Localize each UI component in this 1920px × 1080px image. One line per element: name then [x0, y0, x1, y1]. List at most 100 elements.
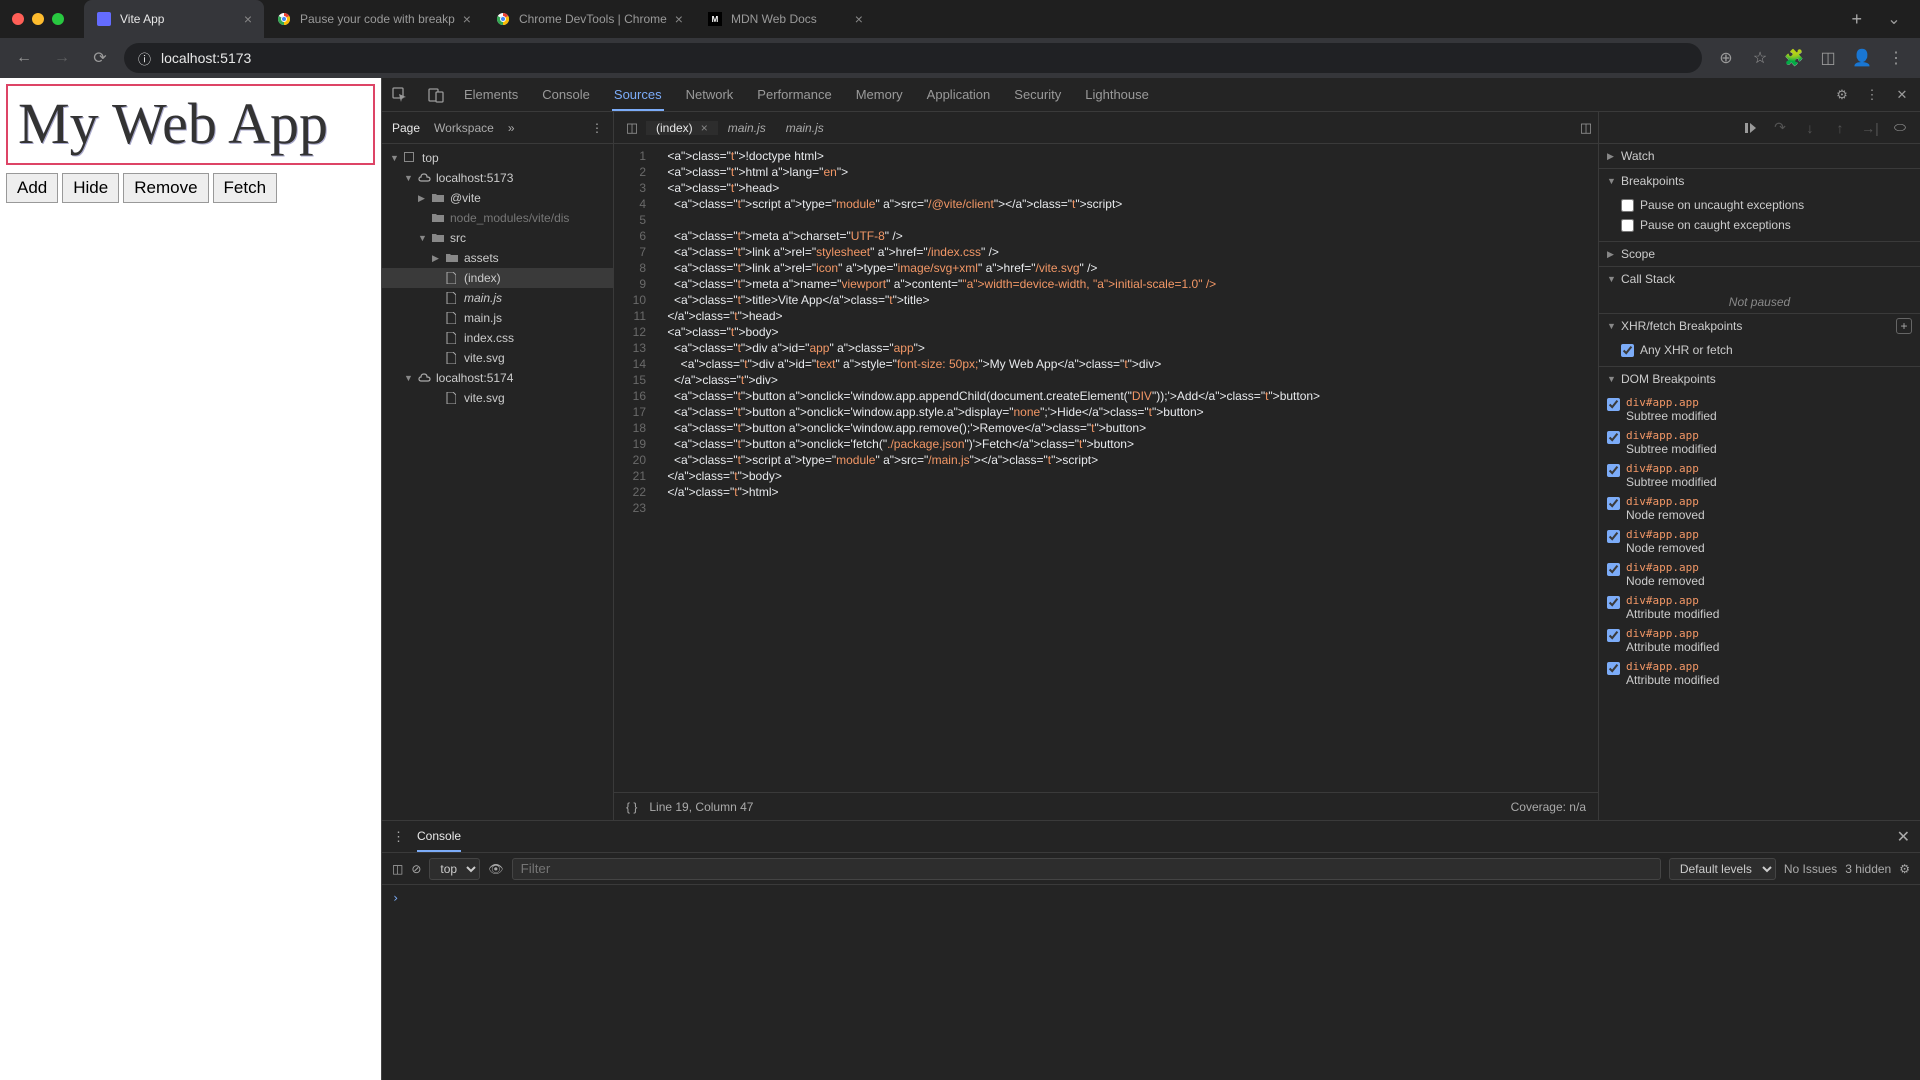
window-dropdown-icon[interactable]: ⌄ [1880, 5, 1908, 33]
console-tab[interactable]: Console [417, 821, 461, 852]
close-tab-icon[interactable]: × [675, 11, 683, 27]
more-tabs-icon[interactable]: » [508, 121, 515, 135]
back-button[interactable]: ← [10, 44, 38, 72]
devtools-close-icon[interactable]: ✕ [1892, 85, 1912, 105]
console-prompt[interactable]: › [382, 885, 1920, 911]
navigator-menu-icon[interactable]: ⋮ [591, 121, 603, 135]
close-tab-icon[interactable]: × [463, 11, 471, 27]
add-button[interactable]: Add [6, 173, 58, 203]
browser-tab[interactable]: Chrome DevTools | Chrome× [483, 0, 695, 38]
inspect-element-icon[interactable] [390, 85, 410, 105]
step-into-icon[interactable]: ↓ [1800, 118, 1820, 138]
browser-tab[interactable]: MMDN Web Docs× [695, 0, 875, 38]
live-expression-icon[interactable]: 👁 [488, 862, 503, 876]
toggle-navigator-icon[interactable]: ◫ [620, 120, 644, 136]
new-tab-button[interactable]: + [1841, 9, 1872, 30]
dom-breakpoint-item[interactable]: div#app.appAttribute modified [1607, 624, 1912, 657]
url-input[interactable]: ⓘ localhost:5173 [124, 43, 1702, 73]
tree-item[interactable]: ▶@vite [382, 188, 613, 208]
watch-section[interactable]: ▶Watch [1599, 144, 1920, 168]
editor-tab[interactable]: main.js [718, 121, 776, 135]
panel-tab-network[interactable]: Network [684, 87, 736, 102]
panel-tab-console[interactable]: Console [540, 87, 592, 102]
device-toolbar-icon[interactable] [426, 85, 446, 105]
dom-breakpoint-item[interactable]: div#app.appSubtree modified [1607, 426, 1912, 459]
dom-breakpoint-checkbox[interactable] [1607, 398, 1620, 411]
profile-icon[interactable]: 👤 [1848, 44, 1876, 72]
issues-label[interactable]: No Issues [1784, 862, 1837, 876]
callstack-section[interactable]: ▼Call Stack [1599, 267, 1920, 291]
editor-tab[interactable]: (index)× [646, 121, 718, 135]
panel-tab-lighthouse[interactable]: Lighthouse [1083, 87, 1151, 102]
page-tab[interactable]: Page [392, 121, 420, 135]
xhr-breakpoints-section[interactable]: ▼XHR/fetch Breakpoints+ [1599, 314, 1920, 338]
tree-item[interactable]: (index) [382, 268, 613, 288]
tree-item[interactable]: ▼top [382, 148, 613, 168]
xhr-breakpoint-item[interactable]: Any XHR or fetch [1621, 340, 1912, 360]
zoom-icon[interactable]: ⊕ [1712, 44, 1740, 72]
tree-item[interactable]: vite.svg [382, 348, 613, 368]
close-editor-tab-icon[interactable]: × [701, 121, 708, 135]
devtools-menu-icon[interactable]: ⋮ [1862, 85, 1882, 105]
xhr-checkbox[interactable] [1621, 344, 1634, 357]
close-tab-icon[interactable]: × [244, 11, 252, 27]
dom-breakpoint-checkbox[interactable] [1607, 662, 1620, 675]
workspace-tab[interactable]: Workspace [434, 121, 494, 135]
extensions-icon[interactable]: 🧩 [1780, 44, 1808, 72]
dom-breakpoint-checkbox[interactable] [1607, 629, 1620, 642]
step-icon[interactable]: →| [1860, 118, 1880, 138]
tree-item[interactable]: ▶assets [382, 248, 613, 268]
dom-breakpoint-item[interactable]: div#app.appNode removed [1607, 492, 1912, 525]
dom-breakpoint-checkbox[interactable] [1607, 596, 1620, 609]
scope-section[interactable]: ▶Scope [1599, 242, 1920, 266]
dom-breakpoint-checkbox[interactable] [1607, 497, 1620, 510]
step-out-icon[interactable]: ↑ [1830, 118, 1850, 138]
close-tab-icon[interactable]: × [855, 11, 863, 27]
dom-breakpoint-checkbox[interactable] [1607, 530, 1620, 543]
resume-icon[interactable] [1740, 118, 1760, 138]
dom-breakpoint-checkbox[interactable] [1607, 431, 1620, 444]
log-levels-selector[interactable]: Default levels [1669, 858, 1776, 880]
add-xhr-breakpoint-icon[interactable]: + [1896, 318, 1912, 334]
panel-tab-application[interactable]: Application [925, 87, 993, 102]
console-filter-input[interactable] [512, 858, 1661, 880]
fetch-button[interactable]: Fetch [213, 173, 278, 203]
dom-breakpoint-item[interactable]: div#app.appAttribute modified [1607, 591, 1912, 624]
breakpoint-checkbox[interactable] [1621, 199, 1634, 212]
tree-item[interactable]: vite.svg [382, 388, 613, 408]
remove-button[interactable]: Remove [123, 173, 208, 203]
dom-breakpoint-item[interactable]: div#app.appSubtree modified [1607, 459, 1912, 492]
code-editor[interactable]: 1234567891011121314151617181920212223 <a… [614, 144, 1598, 792]
tree-item[interactable]: node_modules/vite/dis [382, 208, 613, 228]
reload-button[interactable]: ⟳ [86, 44, 114, 72]
tree-item[interactable]: ▼localhost:5174 [382, 368, 613, 388]
panel-tab-memory[interactable]: Memory [854, 87, 905, 102]
panel-tab-security[interactable]: Security [1012, 87, 1063, 102]
bookmark-icon[interactable]: ☆ [1746, 44, 1774, 72]
panel-tab-elements[interactable]: Elements [462, 87, 520, 102]
dom-breakpoint-item[interactable]: div#app.appNode removed [1607, 525, 1912, 558]
site-info-icon[interactable]: ⓘ [138, 49, 151, 68]
browser-menu-icon[interactable]: ⋮ [1882, 44, 1910, 72]
dom-breakpoint-checkbox[interactable] [1607, 464, 1620, 477]
dom-breakpoint-item[interactable]: div#app.appNode removed [1607, 558, 1912, 591]
tree-item[interactable]: main.js [382, 288, 613, 308]
minimize-window-icon[interactable] [32, 13, 44, 25]
devtools-settings-icon[interactable]: ⚙ [1832, 85, 1852, 105]
editor-tab[interactable]: main.js [776, 121, 834, 135]
breakpoint-checkbox[interactable] [1621, 219, 1634, 232]
toggle-debugger-icon[interactable]: ◫ [1574, 120, 1598, 136]
breakpoint-option[interactable]: Pause on caught exceptions [1621, 215, 1912, 235]
pretty-print-icon[interactable]: { } [626, 800, 637, 814]
close-window-icon[interactable] [12, 13, 24, 25]
tree-item[interactable]: index.css [382, 328, 613, 348]
deactivate-breakpoints-icon[interactable]: ⬭ [1890, 118, 1910, 138]
close-drawer-icon[interactable]: ✕ [1897, 827, 1910, 847]
console-settings-icon[interactable]: ⚙ [1899, 862, 1910, 876]
console-sidebar-icon[interactable]: ◫ [392, 862, 403, 876]
panel-tab-sources[interactable]: Sources [612, 87, 664, 111]
maximize-window-icon[interactable] [52, 13, 64, 25]
panel-tab-performance[interactable]: Performance [755, 87, 833, 102]
step-over-icon[interactable]: ↷ [1770, 118, 1790, 138]
context-selector[interactable]: top [429, 858, 480, 880]
